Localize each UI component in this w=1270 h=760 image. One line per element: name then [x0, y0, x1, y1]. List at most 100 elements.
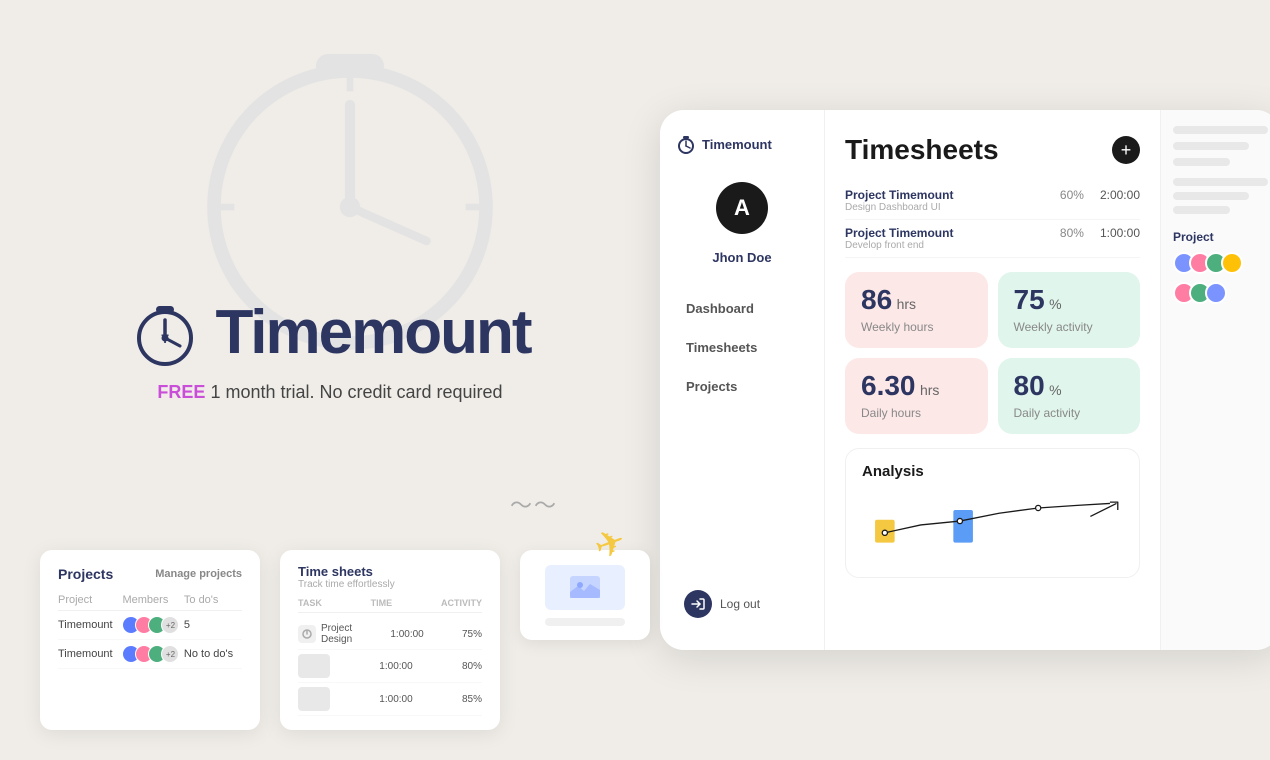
- stat-value: 6.30: [861, 370, 916, 401]
- db-sidebar: Timemount A Jhon Doe Dashboard Timesheet…: [660, 110, 825, 650]
- ts-time: 1:00:00: [390, 629, 423, 640]
- entry-time: 1:00:00: [1100, 226, 1140, 240]
- entry-time: 2:00:00: [1100, 188, 1140, 202]
- ts-task-name: [298, 654, 330, 678]
- db-logo-icon: [676, 134, 696, 154]
- projects-mini-table: Project Members To do's Timemount +2: [58, 590, 242, 669]
- ts-col-time: TIME: [371, 598, 393, 608]
- stat-number-row: 86 hrs: [861, 286, 972, 314]
- image-placeholder-card: [520, 550, 650, 640]
- db-user-avatar: A: [716, 182, 768, 234]
- ts-task-label: ProjectDesign: [321, 623, 352, 645]
- stat-unit: hrs: [920, 382, 939, 398]
- sidebar-item-timesheets[interactable]: Timesheets: [676, 332, 808, 363]
- timesheet-mini-card: Time sheets Track time effortlessly TASK…: [280, 550, 500, 730]
- svg-text:T: T: [161, 332, 169, 346]
- timesheet-header-row: TASK TIME ACTIVITY: [298, 598, 482, 613]
- stat-number-row: 6.30 hrs: [861, 372, 972, 400]
- avatar: [1221, 252, 1243, 274]
- right-panel-spacer: [1173, 178, 1268, 214]
- project-name: Timemount: [58, 640, 122, 669]
- timesheet-entry-2: Project Timemount Develop front end 80% …: [845, 220, 1140, 258]
- avatar: [1205, 282, 1227, 304]
- add-button[interactable]: +: [1112, 136, 1140, 164]
- rp-line: [1173, 192, 1249, 200]
- ts-task-placeholder: [298, 687, 330, 711]
- project-todos: No to do's: [184, 640, 242, 669]
- ts-task-name: ProjectDesign: [298, 623, 352, 645]
- projects-card-title: Projects: [58, 566, 113, 582]
- ts-col-activity: ACTIVITY: [441, 598, 482, 608]
- ts-activity: 85%: [462, 694, 482, 705]
- brand-logo: T Timemount: [130, 297, 531, 368]
- stat-number-row: 80 %: [1014, 372, 1125, 400]
- logout-button[interactable]: Log out: [676, 582, 808, 626]
- logout-icon: [684, 590, 712, 618]
- logout-label: Log out: [720, 597, 760, 611]
- analysis-title: Analysis: [862, 463, 1123, 480]
- entry-info: Project Timemount Design Dashboard UI: [845, 188, 1044, 213]
- sidebar-item-dashboard[interactable]: Dashboard: [676, 293, 808, 324]
- db-main-content: Timesheets + Project Timemount Design Da…: [825, 110, 1160, 650]
- ts-data-row: 1:00:00 80%: [298, 650, 482, 683]
- projects-card-header: Projects Manage projects: [58, 566, 242, 582]
- rp-line: [1173, 158, 1230, 166]
- ts-time: 1:00:00: [379, 661, 412, 672]
- entry-task: Develop front end: [845, 240, 1044, 251]
- projects-mini-card: Projects Manage projects Project Members…: [40, 550, 260, 730]
- entry-percent: 80%: [1060, 226, 1084, 240]
- stat-value: 80: [1014, 370, 1045, 401]
- timesheet-card-subtitle: Track time effortlessly: [298, 579, 482, 590]
- entry-project: Project Timemount: [845, 226, 1044, 240]
- analysis-chart: [862, 488, 1123, 558]
- stat-value: 86: [861, 284, 892, 315]
- ts-col-task: TASK: [298, 598, 322, 608]
- brand-name: Timemount: [216, 297, 531, 368]
- rp-line: [1173, 142, 1249, 150]
- rp-line: [1173, 178, 1268, 186]
- analysis-section: Analysis: [845, 448, 1140, 578]
- avatar-count: +2: [161, 616, 179, 634]
- db-logo-text: Timemount: [702, 137, 772, 152]
- rp-avatar-row-2: [1173, 282, 1268, 304]
- stat-weekly-hours: 86 hrs Weekly hours: [845, 272, 988, 348]
- tagline-rest: 1 month trial. No credit card required: [205, 382, 502, 402]
- col-todos: To do's: [184, 590, 242, 611]
- table-row: Timemount +2 No to do's: [58, 640, 242, 669]
- timesheet-card-title: Time sheets: [298, 564, 482, 579]
- stat-value: 75: [1014, 284, 1045, 315]
- stat-label: Daily hours: [861, 406, 972, 420]
- rp-avatar-row-1: [1173, 252, 1268, 274]
- ts-time: 1:00:00: [379, 694, 412, 705]
- stat-unit: hrs: [897, 296, 916, 312]
- project-name: Timemount: [58, 611, 122, 640]
- stat-label: Weekly activity: [1014, 320, 1125, 334]
- stat-label: Daily activity: [1014, 406, 1125, 420]
- entry-task: Design Dashboard UI: [845, 202, 1044, 213]
- right-panel-project-label: Project: [1173, 230, 1268, 244]
- col-project: Project: [58, 590, 122, 611]
- ts-data-row: 1:00:00 85%: [298, 683, 482, 716]
- project-members: +2: [122, 611, 183, 640]
- rp-line: [1173, 206, 1230, 214]
- right-panel-placeholder-lines: [1173, 126, 1268, 166]
- project-members: +2: [122, 640, 183, 669]
- ts-task-placeholder: [298, 654, 330, 678]
- ts-data-row: ProjectDesign 1:00:00 75%: [298, 619, 482, 650]
- db-username: Jhon Doe: [676, 250, 808, 265]
- entry-project: Project Timemount: [845, 188, 1044, 202]
- col-members: Members: [122, 590, 183, 611]
- brand-icon: T: [130, 298, 200, 368]
- table-row: Timemount +2 5: [58, 611, 242, 640]
- sidebar-item-projects[interactable]: Projects: [676, 371, 808, 402]
- db-right-panel: Project: [1160, 110, 1270, 650]
- avatar-count: +2: [161, 645, 179, 663]
- stat-daily-activity: 80 % Daily activity: [998, 358, 1141, 434]
- projects-card-manage: Manage projects: [155, 568, 242, 580]
- placeholder-line: [545, 618, 625, 626]
- image-thumb: [545, 565, 625, 610]
- ts-activity: 80%: [462, 661, 482, 672]
- stat-label: Weekly hours: [861, 320, 972, 334]
- wave-decoration: 〜〜: [510, 488, 558, 520]
- entry-percent: 60%: [1060, 188, 1084, 202]
